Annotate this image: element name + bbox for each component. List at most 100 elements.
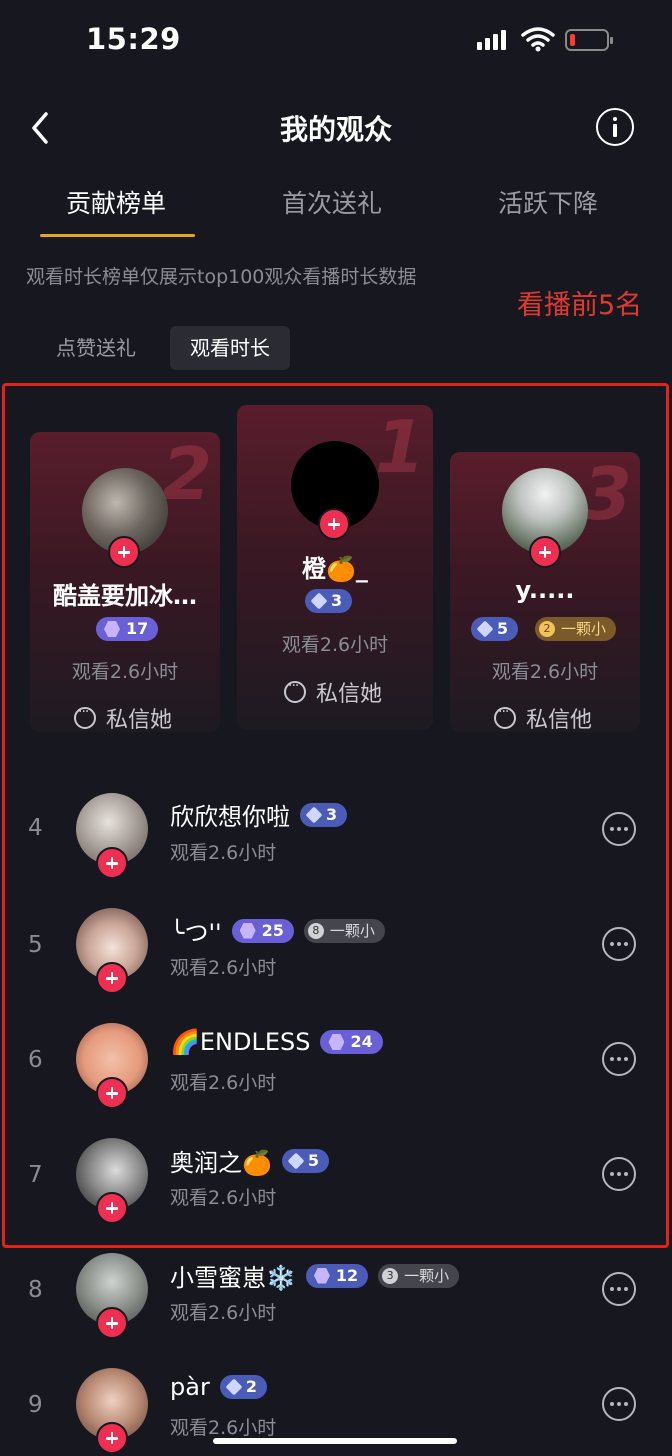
level-badge: 3 — [305, 589, 353, 613]
watch-duration: 观看2.6小时 — [170, 957, 277, 979]
diamond-icon — [225, 1378, 243, 1396]
chat-bubble-icon[interactable] — [602, 1272, 636, 1306]
watch-duration: 观看2.6小时 — [170, 1187, 277, 1209]
status-time: 15:29 — [86, 22, 181, 56]
signal-icon — [477, 30, 506, 50]
tab-first-gift[interactable]: 首次送礼 — [282, 184, 382, 220]
row-name: 小雪蜜崽❄️ 12 3 一颗小 — [170, 1258, 460, 1293]
follow-plus-icon[interactable] — [96, 1077, 128, 1109]
level-value: 2 — [245, 1377, 257, 1396]
level-badge: 17 — [96, 617, 159, 641]
chat-icon — [494, 704, 516, 729]
fan-club-badge: 3 一颗小 — [378, 1263, 460, 1288]
diamond-icon — [310, 592, 328, 610]
podium-name: 酷盖要加冰… — [53, 582, 197, 610]
chat-bubble-icon[interactable] — [602, 1157, 636, 1191]
dm-button[interactable]: 私信她 — [284, 676, 382, 708]
watch-duration: 观看2.6小时 — [281, 634, 389, 656]
diamond-icon — [287, 1152, 305, 1169]
dm-button[interactable]: 私信她 — [74, 702, 172, 734]
row-name: 欣欣想你啦 3 — [170, 797, 348, 832]
active-tab-indicator — [40, 234, 195, 237]
dm-label: 私信她 — [106, 708, 173, 733]
podium-name: 橙🍊_ — [302, 555, 368, 583]
follow-plus-icon[interactable] — [96, 962, 128, 994]
level-badge: 5 — [471, 617, 519, 641]
hexagon-icon — [239, 922, 256, 939]
level-badge: 25 — [231, 918, 294, 943]
row-rank: 6 — [28, 1047, 43, 1073]
podium-rank: 1 — [374, 405, 425, 489]
fan-level: 8 — [307, 922, 324, 939]
row-rank: 7 — [28, 1162, 43, 1188]
viewer-name: 🌈ENDLESS — [170, 1028, 311, 1056]
fan-level: 3 — [382, 1267, 399, 1284]
dm-label: 私信她 — [316, 682, 383, 707]
hexagon-icon — [328, 1034, 345, 1050]
page-title: 我的观众 — [279, 113, 392, 146]
segment-likes-gifts[interactable]: 点赞送礼 — [36, 326, 156, 370]
watch-duration: 观看2.6小时 — [170, 1072, 277, 1094]
level-value: 25 — [261, 920, 284, 940]
level-value: 12 — [335, 1265, 359, 1285]
follow-plus-icon[interactable] — [529, 536, 561, 568]
level-badge: 24 — [320, 1030, 383, 1054]
podium-rank: 2 — [161, 432, 212, 516]
viewer-name: ╰つ'' — [170, 919, 222, 947]
level-value: 3 — [331, 591, 343, 610]
watch-duration: 观看2.6小时 — [491, 661, 599, 683]
diamond-icon — [305, 806, 323, 823]
chat-bubble-icon[interactable] — [602, 1042, 636, 1076]
segment-watch-time[interactable]: 观看时长 — [170, 326, 290, 370]
wifi-icon — [521, 27, 555, 52]
row-name: 🌈ENDLESS 24 — [170, 1028, 383, 1056]
level-value: 3 — [326, 804, 338, 824]
watch-duration: 观看2.6小时 — [71, 661, 179, 683]
fan-label: 一颗小 — [404, 1266, 450, 1285]
row-rank: 4 — [28, 815, 43, 841]
follow-plus-icon[interactable] — [318, 508, 350, 540]
hexagon-icon — [313, 1267, 330, 1284]
row-rank: 8 — [28, 1277, 43, 1303]
level-badge: 12 — [305, 1263, 369, 1288]
fan-label: 一颗小 — [329, 921, 375, 940]
podium-rank: 3 — [581, 452, 632, 536]
viewer-name: pàr — [170, 1373, 210, 1401]
row-rank: 5 — [28, 932, 43, 958]
fan-club-badge: 8 一颗小 — [303, 918, 385, 943]
row-name: 奥润之🍊 5 — [170, 1143, 330, 1178]
watch-duration: 观看2.6小时 — [170, 1302, 277, 1324]
chat-bubble-icon[interactable] — [602, 812, 636, 846]
tab-contribution[interactable]: 贡献榜单 — [66, 184, 166, 220]
tab-activity-drop[interactable]: 活跃下降 — [498, 184, 598, 220]
level-badge: 2 — [219, 1375, 267, 1399]
info-icon[interactable] — [596, 108, 634, 146]
level-value: 17 — [126, 619, 149, 638]
home-indicator[interactable] — [213, 1438, 457, 1444]
row-name: pàr 2 — [170, 1373, 267, 1401]
row-rank: 9 — [28, 1392, 43, 1418]
chat-icon — [74, 704, 96, 729]
level-value: 5 — [307, 1150, 320, 1170]
chat-bubble-icon[interactable] — [602, 927, 636, 961]
fan-club-badge: 2 一颗小 — [535, 617, 617, 641]
follow-plus-icon[interactable] — [96, 1422, 128, 1454]
annotation-label: 看播前5名 — [517, 290, 643, 321]
chat-bubble-icon[interactable] — [602, 1387, 636, 1421]
level-value: 24 — [350, 1032, 373, 1051]
follow-plus-icon[interactable] — [96, 847, 128, 879]
dm-button[interactable]: 私信他 — [494, 702, 592, 734]
level-value: 5 — [497, 619, 509, 638]
follow-plus-icon[interactable] — [96, 1307, 128, 1339]
level-badge: 5 — [281, 1148, 330, 1173]
viewer-name: 小雪蜜崽❄️ — [170, 1264, 296, 1292]
diamond-icon — [476, 620, 494, 638]
watch-duration: 观看2.6小时 — [170, 1417, 277, 1439]
notice-text: 观看时长榜单仅展示top100观众看播时长数据 — [26, 266, 417, 288]
level-badge: 3 — [300, 802, 348, 827]
follow-plus-icon[interactable] — [108, 536, 140, 568]
viewer-name: 奥润之🍊 — [170, 1149, 272, 1177]
watch-duration: 观看2.6小时 — [170, 842, 277, 864]
battery-icon — [565, 29, 613, 51]
follow-plus-icon[interactable] — [96, 1192, 128, 1224]
